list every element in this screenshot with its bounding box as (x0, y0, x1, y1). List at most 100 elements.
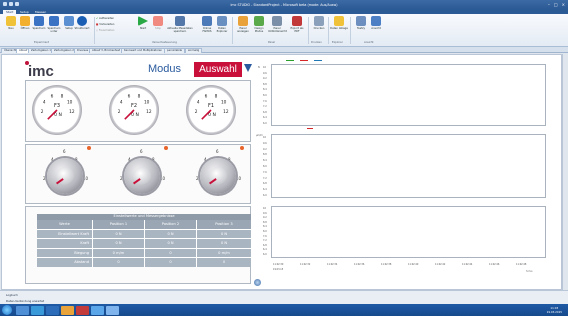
group-label-versuch: Versuchssteuerung (152, 41, 177, 44)
column-header: Position 2 (145, 220, 197, 229)
doc-tab-einmalig[interactable]: einmalig (185, 47, 203, 53)
gauge-scale-label: 2 (195, 109, 198, 115)
group-label-ansicht: Ansicht (364, 41, 374, 44)
table-row: Biegung 0 m/m 0 0 m/m (37, 247, 251, 257)
doc-tab-zeit1[interactable]: Zeitumgaben 1 (28, 47, 54, 53)
maximize-button[interactable]: □ (554, 2, 558, 7)
row-label: Biegung (37, 248, 93, 257)
group-label-experiment: Experiment (34, 41, 49, 44)
folder-icon (20, 16, 30, 26)
data-explorer-button[interactable]: Daten Explorer (213, 16, 231, 38)
plot-3 (271, 206, 546, 258)
y-tick-label: 8.4 (263, 88, 267, 92)
y-tick-label: 8.8 (263, 82, 267, 86)
column-header: Position 3 (215, 222, 233, 226)
gauge-scale-label: 6 (51, 93, 54, 99)
group-separator (94, 17, 95, 44)
knob-scale-label: 10 (83, 176, 89, 181)
force-setpoint-knob[interactable] (47, 158, 83, 194)
doc-tab-peroxilabile[interactable]: peroxilabile (164, 47, 186, 53)
start-orb-icon[interactable] (2, 305, 12, 315)
force-setpoint-knob[interactable] (124, 158, 160, 194)
auswahl-dropdown[interactable]: Auswahl (194, 62, 242, 77)
plot-1 (271, 64, 546, 126)
column-header: Position 1 (93, 220, 145, 229)
table-row: Abstand 0 0 0 (37, 257, 251, 267)
close-button[interactable]: × (562, 2, 565, 7)
browser-taskbar-icon[interactable] (31, 305, 44, 315)
table-cell: 0 N (145, 239, 197, 248)
pencil-icon (254, 16, 264, 26)
view-button[interactable]: Ansicht (367, 16, 385, 38)
clock[interactable]: 11:03 19.03.2015 (547, 306, 562, 314)
knob-scale-label: 10 (160, 176, 166, 181)
table-cell: 0 N (145, 229, 197, 238)
doc-tab-brueckentest[interactable]: Ablauf 3, Brückentest (89, 47, 123, 53)
table-body: Einstellwert Kraft 0 N0 N0 N Kraft 0 N0 N0 … (37, 228, 251, 267)
stop-icon (153, 16, 163, 26)
folder-taskbar-icon[interactable] (61, 305, 74, 315)
x-tick-label: 11:02:38 (381, 263, 392, 266)
window-controls: – □ × (548, 2, 565, 7)
status-bar: Logbuch Daten-Verbindung erwartet (0, 290, 568, 304)
gauge-scale-label: 8 (215, 93, 218, 99)
y-tick-label: 7.6 (263, 234, 267, 238)
app-taskbar-icon[interactable] (76, 305, 89, 315)
y-tick-label: 10 (263, 66, 266, 69)
gauge-scale-label: 4 (120, 100, 123, 106)
data-storage-button[interactable]: Daten Ablage (330, 16, 348, 38)
table-cell: 0 N (93, 229, 145, 238)
testzy-icon (356, 16, 366, 26)
table-cell: 0 m/m (93, 248, 145, 257)
play-icon (138, 16, 148, 26)
plot-2 (271, 134, 546, 198)
y-tick-label: 9.2 (263, 147, 267, 151)
media-taskbar-icon[interactable] (46, 305, 59, 315)
knob-scale-label: 6 (216, 149, 219, 154)
structured-button[interactable]: Strukturiert (73, 16, 91, 38)
export-pdf-button[interactable]: Export als PDF (288, 16, 306, 38)
table-cell: 0 N (220, 231, 228, 236)
imc-taskbar-icon[interactable] (91, 305, 104, 315)
prepare-button[interactable]: ✔ Aufbereiten ■ Vorbereiten ◇ Freischalten (96, 16, 126, 38)
fullscreen-button[interactable]: Panel Vollbildansicht (268, 16, 287, 38)
y-axis-unit-2: μm/m (256, 134, 263, 137)
gauge-scale-label: 8 (138, 93, 141, 99)
explorer-taskbar-icon[interactable] (16, 305, 29, 315)
legend-red-2 (307, 128, 313, 129)
y-tick-label: 6.4 (263, 188, 267, 192)
taskbar: 11:03 19.03.2015 (0, 304, 568, 316)
group-label-panel: Panel (268, 41, 275, 44)
force-setpoint-knob[interactable] (200, 158, 236, 194)
doc-tab-kennwert[interactable]: Kennwert und Multiplikatoren (121, 47, 166, 53)
x-tick-label: 11:02:42 (435, 263, 446, 266)
gauge-scale-label: 10 (67, 100, 73, 106)
group-label-explorer: Explorer (332, 41, 343, 44)
minimize-button[interactable]: – (548, 2, 550, 7)
x-tick-label: 11:02:40 (408, 263, 419, 266)
knob-scale-label: 2 (120, 176, 123, 181)
y-tick-label: 6.4 (263, 116, 267, 120)
alarm-indicator-icon (240, 146, 244, 150)
scroll-handle-icon[interactable] (254, 279, 261, 286)
print-button[interactable]: Drucken (310, 16, 328, 38)
force-gauge: 2 4 6 8 10 12 F1 0 N (186, 85, 236, 135)
document-tabs: Übersicht Ablauf Zeitumgaben 1 Zeitumgab… (0, 47, 568, 53)
gauge-value: 0 N (131, 112, 139, 118)
x-tick-label: 11:02:48 (516, 263, 527, 266)
y-tick-label: 7.2 (263, 105, 267, 109)
gauge-scale-label: 10 (144, 100, 150, 106)
group-separator (232, 17, 233, 44)
gauge-label: F1 (208, 103, 214, 109)
save-data-button[interactable]: Aktuelle Messdaten speichern (165, 16, 195, 38)
gauge-scale-label: 4 (43, 100, 46, 106)
table-cell: 0 (93, 258, 145, 267)
doc-tab-zeit2[interactable]: Zeitumgaben 2 (51, 47, 77, 53)
y-tick-label: 6.8 (263, 243, 267, 247)
logbook-label[interactable]: Logbuch (6, 293, 18, 297)
gauge-scale-label: 10 (221, 100, 227, 106)
gauge-scale-label: 6 (128, 93, 131, 99)
window-taskbar-icon[interactable] (106, 305, 119, 315)
design-mode-button[interactable]: Design Modus (250, 16, 268, 38)
dropdown-arrow-icon[interactable] (244, 64, 252, 72)
